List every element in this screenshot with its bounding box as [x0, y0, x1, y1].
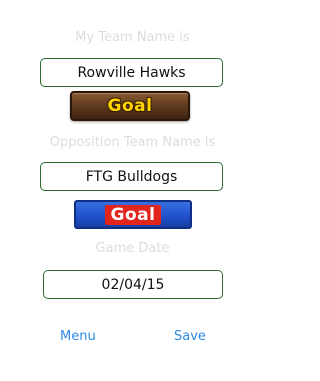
opposition-team-name-label: Opposition Team Name is: [49, 135, 216, 150]
goal-label: Goal: [110, 204, 156, 225]
menu-button[interactable]: Menu: [60, 329, 96, 344]
my-team-goal-button[interactable]: Goal: [70, 91, 190, 121]
save-button[interactable]: Save: [174, 329, 206, 344]
opposition-team-name-field[interactable]: [40, 162, 223, 191]
game-date-label: Game Date: [95, 241, 170, 256]
opposition-goal-button[interactable]: Goal: [74, 200, 192, 229]
my-team-name-field[interactable]: [40, 58, 223, 87]
goal-label: Goal: [107, 96, 153, 116]
goal-label-box: Goal: [104, 204, 162, 225]
game-date-field[interactable]: [43, 270, 223, 299]
my-team-name-label: My Team Name is: [75, 30, 190, 45]
